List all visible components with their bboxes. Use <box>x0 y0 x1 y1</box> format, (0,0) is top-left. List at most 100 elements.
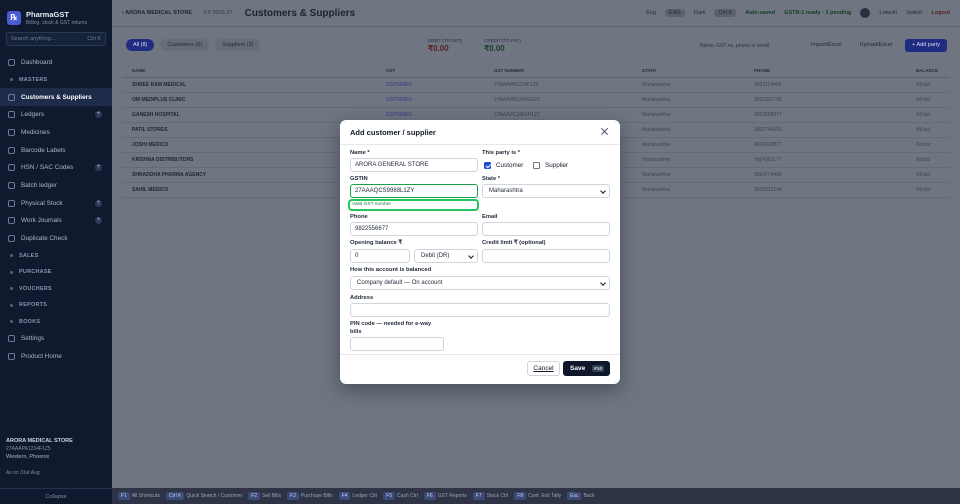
filter-chip-all-8[interactable]: All (8) <box>126 39 155 51</box>
switch-button[interactable]: Switch <box>906 10 922 16</box>
shortcut-stock-ctrl[interactable]: F7 Stock Ctrl <box>472 492 509 500</box>
shortcut-sell-bills[interactable]: F2 Sell Bills <box>248 492 281 500</box>
customer-checkbox[interactable]: Customer <box>484 162 523 169</box>
sidebar-search[interactable]: Search anything... Ctrl K <box>6 32 106 46</box>
sidebar-item-ledgers[interactable]: Ledgers + <box>0 106 112 124</box>
shortcut-label: Stock Ctrl <box>486 493 509 499</box>
expand-icon[interactable]: + <box>95 164 102 172</box>
save-button[interactable]: Save F10 <box>563 361 610 376</box>
sidebar-item-hsn-sac-codes[interactable]: HSN / SAC Codes + <box>0 159 112 177</box>
sidebar-section-reports[interactable]: REPORTS <box>0 297 112 314</box>
cell-balance: Nil bal <box>916 187 930 193</box>
party-search-input[interactable]: Name, GST no, phone or email <box>688 40 798 52</box>
sidebar-item-dashboard[interactable]: Dashboard <box>0 54 112 72</box>
cell-gstin: 27AAAPB2345G1Z6 <box>494 97 540 103</box>
modal-title: Add customer / supplier <box>350 127 436 137</box>
user-name[interactable]: Lokesh <box>879 10 897 16</box>
opening-type-select[interactable]: Debit (DR) <box>414 249 478 263</box>
supplier-checkbox[interactable]: Supplier <box>533 162 568 169</box>
balanced-select[interactable]: Company default — On account <box>350 276 610 290</box>
column-header-balance[interactable]: BALANCE <box>916 68 960 73</box>
sidebar-item-label: Batch ledger <box>21 181 57 189</box>
cell-state: Maharashtra <box>642 97 671 103</box>
table-row[interactable]: SHREE RAM MEDICAL GSTR/REG 27AAAPA1234F1Z5… <box>122 78 950 93</box>
sidebar-item-batch-ledger[interactable]: Batch ledger <box>0 177 112 195</box>
sidebar-item-barcode-labels[interactable]: Barcode Labels <box>0 141 112 159</box>
sidebar-section-vouchers[interactable]: VOUCHERS <box>0 280 112 297</box>
cell-gst: GSTR/REG <box>386 97 413 103</box>
sidebar-item-label: Settings <box>21 335 45 343</box>
table-row[interactable]: OM MEDIPLUS CLINIC GSTR/REG 27AAAPB2345G1Z… <box>122 93 950 108</box>
supplier-checkbox-box[interactable] <box>533 162 540 169</box>
shortcut-conf-exit-tally[interactable]: F8 Conf. Exit Tally <box>514 492 561 500</box>
language-toggle[interactable]: ENG <box>664 9 685 17</box>
avatar[interactable] <box>860 8 871 18</box>
shortcut-purchase-bills[interactable]: F3 Purchase Bills <box>287 492 333 500</box>
sidebar-section-books[interactable]: BOOKS <box>0 313 112 330</box>
expand-icon[interactable]: + <box>95 199 102 207</box>
logout-button[interactable]: Logout <box>931 10 950 16</box>
save-shortcut: F10 <box>592 365 604 372</box>
sidebar-item-medicines[interactable]: Medicines <box>0 124 112 142</box>
filter-chip-suppliers-3[interactable]: Suppliers (3) <box>215 39 261 51</box>
filter-chip-customers-5[interactable]: Customers (5) <box>160 39 210 51</box>
export-button[interactable]: Upload/Excel <box>855 39 897 52</box>
name-field[interactable]: ARORA GENERAL STORE <box>350 158 478 172</box>
gstin-field[interactable]: 27AAAQCS9988L1ZY <box>350 184 478 198</box>
expand-icon[interactable]: + <box>95 111 102 119</box>
opening-balance-field[interactable]: 0 <box>350 249 410 263</box>
shortcut-back[interactable]: Esc Back <box>567 492 595 500</box>
period-selector[interactable]: FY 2026-27 <box>204 10 233 16</box>
cell-balance: Nil bal <box>916 157 930 163</box>
pin-field[interactable] <box>350 337 444 351</box>
column-header-phone[interactable]: PHONE <box>754 68 916 73</box>
add-party-button[interactable]: + Add party <box>905 39 947 52</box>
sidebar-item-product-home[interactable]: Product Home <box>0 348 112 366</box>
gstr-status[interactable]: GSTR-1 ready · 3 pending <box>784 10 851 16</box>
shortcut-key: F3 <box>287 492 299 500</box>
topbar-right: Eng ENG Dark Ctrl K Auto-saved GSTR-1 re… <box>646 8 950 18</box>
sidebar-item-customers-suppliers[interactable]: Customers & Suppliers <box>0 88 112 106</box>
shortcut-ledger-ctrl[interactable]: F4 Ledger Ctrl <box>338 492 377 500</box>
shortcut-gst-reports[interactable]: F6 GST Reports <box>423 492 467 500</box>
sidebar-item-settings[interactable]: Settings <box>0 330 112 348</box>
email-field[interactable] <box>482 222 610 236</box>
sidebar-item-physical-stock[interactable]: Physical Stock + <box>0 194 112 212</box>
theme-toggle[interactable]: Dark <box>694 10 706 16</box>
state-select[interactable]: Maharashtra <box>482 184 610 198</box>
save-button-label: Save <box>570 365 586 372</box>
column-header-name[interactable]: NAME <box>132 68 386 73</box>
cancel-button[interactable]: Cancel <box>527 361 560 376</box>
duplicate-check-icon <box>8 235 15 243</box>
expand-icon[interactable]: + <box>95 217 102 225</box>
sidebar-item-label: Ledgers <box>21 111 45 119</box>
address-field[interactable] <box>350 303 610 317</box>
sidebar-section-label: SALES <box>19 252 39 259</box>
sidebar-section-masters[interactable]: MASTERS <box>0 72 112 89</box>
column-header-gst[interactable]: GST <box>386 68 494 73</box>
cell-state: Maharashtra <box>642 187 671 193</box>
shortcut-cash-ctrl[interactable]: F5 Cash Ctrl <box>383 492 418 500</box>
shortcut-key: Esc <box>567 492 582 500</box>
close-icon[interactable] <box>600 127 610 137</box>
collapse-sidebar-button[interactable]: Collapse <box>0 488 112 504</box>
sidebar-item-work-journals[interactable]: Work Journals + <box>0 212 112 230</box>
shortcuts-button[interactable]: Ctrl K <box>714 9 737 17</box>
breadcrumb[interactable]: ‹ ARORA MEDICAL STORE <box>122 10 192 16</box>
shortcut-key: F5 <box>383 492 395 500</box>
sidebar-nav: Dashboard MASTERS Customers & Suppliers Led… <box>0 54 112 365</box>
phone-field[interactable]: 9822556677 <box>350 222 478 236</box>
sidebar-section-purchase[interactable]: PURCHASE <box>0 264 112 281</box>
cell-phone: 9822114455 <box>754 82 782 88</box>
import-button[interactable]: Import/Excel <box>806 39 847 52</box>
credit-limit-field[interactable] <box>482 249 610 263</box>
column-header-state[interactable]: STATE <box>642 68 754 73</box>
customer-checkbox-box[interactable] <box>484 162 491 169</box>
shortcut-all-shortcuts[interactable]: F1 All Shortcuts <box>118 492 160 500</box>
bullet-icon <box>10 303 13 307</box>
column-header-gst-number[interactable]: GST NUMBER <box>494 68 642 73</box>
cell-name: GANESH HOSPITAL <box>132 112 180 118</box>
sidebar-section-sales[interactable]: SALES <box>0 247 112 264</box>
sidebar-item-duplicate-check[interactable]: Duplicate Check <box>0 230 112 248</box>
shortcut-quick-search-customer[interactable]: Ctrl K Quick Search / Customer <box>165 492 242 500</box>
